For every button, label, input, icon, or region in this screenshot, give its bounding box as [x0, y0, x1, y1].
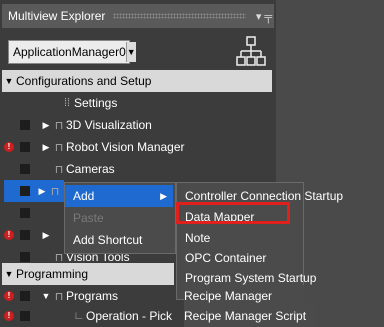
error-icon: ! — [4, 291, 14, 301]
tree-item-label: Settings — [74, 96, 118, 110]
folder-icon: ⊓ — [50, 185, 60, 198]
collapse-arrow-icon[interactable]: ▼ — [2, 76, 16, 86]
collapse-arrow-icon[interactable]: ▼ — [2, 269, 16, 279]
expand-arrow-icon[interactable]: ▶ — [36, 186, 48, 197]
tree-item-label: Operation - Pick — [86, 309, 173, 323]
menu-item-label: Paste — [73, 211, 104, 225]
program-icon: ∟ — [73, 310, 85, 322]
add-submenu: Controller Connection Startup Data Mappe… — [176, 182, 343, 300]
panel-titlebar: Multiview Explorer ▾ ╤ — [2, 4, 274, 28]
application-selector-value: ApplicationManager0 — [13, 45, 126, 59]
menu-item-add[interactable]: Add ▶ — [65, 185, 173, 207]
menu-item-add-shortcut[interactable]: Add Shortcut — [65, 229, 173, 251]
submenu-item-recipe-manager[interactable]: Recipe Manager — [184, 285, 304, 307]
folder-icon: ⊓ — [54, 163, 64, 176]
status-square — [20, 120, 30, 130]
tree-item-label: Programs — [66, 289, 119, 303]
tree-item-label: 3D Visualization — [66, 118, 152, 132]
tree-item-error[interactable]: ! ▶ — [4, 224, 52, 246]
submenu-arrow-icon: ▶ — [160, 190, 167, 201]
status-square — [20, 252, 30, 262]
status-square — [20, 164, 30, 174]
menu-item-paste: Paste — [65, 207, 173, 229]
tree-item-label: Cameras — [66, 162, 115, 176]
section-label: Programming — [16, 267, 89, 281]
folder-icon: ⊓ — [54, 290, 64, 303]
status-square — [20, 311, 30, 321]
tree-item-selected[interactable]: ▶ ⊓ — [4, 180, 64, 202]
expand-arrow-icon[interactable]: ▶ — [40, 120, 52, 131]
dropdown-arrow-icon[interactable]: ▼ — [125, 42, 136, 62]
tree-item-cameras[interactable]: ⊓ Cameras — [20, 158, 115, 180]
configurations-section-header[interactable]: ▼ Configurations and Setup — [2, 70, 272, 92]
submenu-item-opc-container[interactable]: OPC Container — [185, 247, 266, 268]
tree-item-robot-vision-manager[interactable]: ! ▶ ⊓ Robot Vision Manager — [4, 136, 185, 158]
menu-item-label: Add Shortcut — [73, 233, 143, 247]
tree-item-hidden[interactable] — [20, 202, 30, 224]
error-icon: ! — [4, 311, 14, 321]
status-square — [20, 230, 30, 240]
submenu-item-recipe-manager-script[interactable]: Recipe Manager Script — [184, 305, 314, 327]
expand-arrow-icon[interactable]: ▶ — [40, 230, 52, 241]
collapse-arrow-icon[interactable]: ▼ — [40, 291, 52, 301]
status-square — [20, 208, 30, 218]
tree-item-settings[interactable]: ⁞⁞ Settings — [60, 92, 117, 114]
tree-item-programs[interactable]: ! ▼ ⊓ Programs — [4, 285, 118, 307]
panel-title: Multiview Explorer — [8, 9, 106, 23]
tree-item-label: Robot Vision Manager — [66, 140, 185, 154]
programming-section-header[interactable]: ▼ Programming — [2, 263, 174, 285]
annotation-highlight-box — [176, 202, 290, 224]
error-icon: ! — [4, 142, 14, 152]
context-menu: Add ▶ Paste Add Shortcut — [64, 182, 176, 254]
status-square — [20, 291, 30, 301]
hierarchy-icon[interactable] — [236, 36, 266, 70]
settings-icon: ⁞⁞ — [63, 97, 71, 109]
folder-icon: ⊓ — [54, 119, 64, 132]
application-selector[interactable]: ApplicationManager0 ▼ — [8, 40, 136, 64]
status-square — [20, 186, 30, 196]
expand-arrow-icon[interactable]: ▶ — [40, 142, 52, 153]
folder-icon: ⊓ — [54, 141, 64, 154]
pin-icon[interactable]: ▾ ╤ — [254, 10, 274, 23]
section-label: Configurations and Setup — [16, 74, 152, 88]
tree-item-operation-pick[interactable]: ! ∟ Operation - Pick — [4, 305, 172, 327]
status-square — [20, 142, 30, 152]
submenu-item-note[interactable]: Note — [185, 227, 210, 248]
error-icon: ! — [4, 230, 14, 240]
menu-item-label: Add — [73, 189, 95, 203]
tree-item-3d-visualization[interactable]: ▶ ⊓ 3D Visualization — [20, 114, 152, 136]
drag-grip[interactable] — [113, 13, 246, 19]
